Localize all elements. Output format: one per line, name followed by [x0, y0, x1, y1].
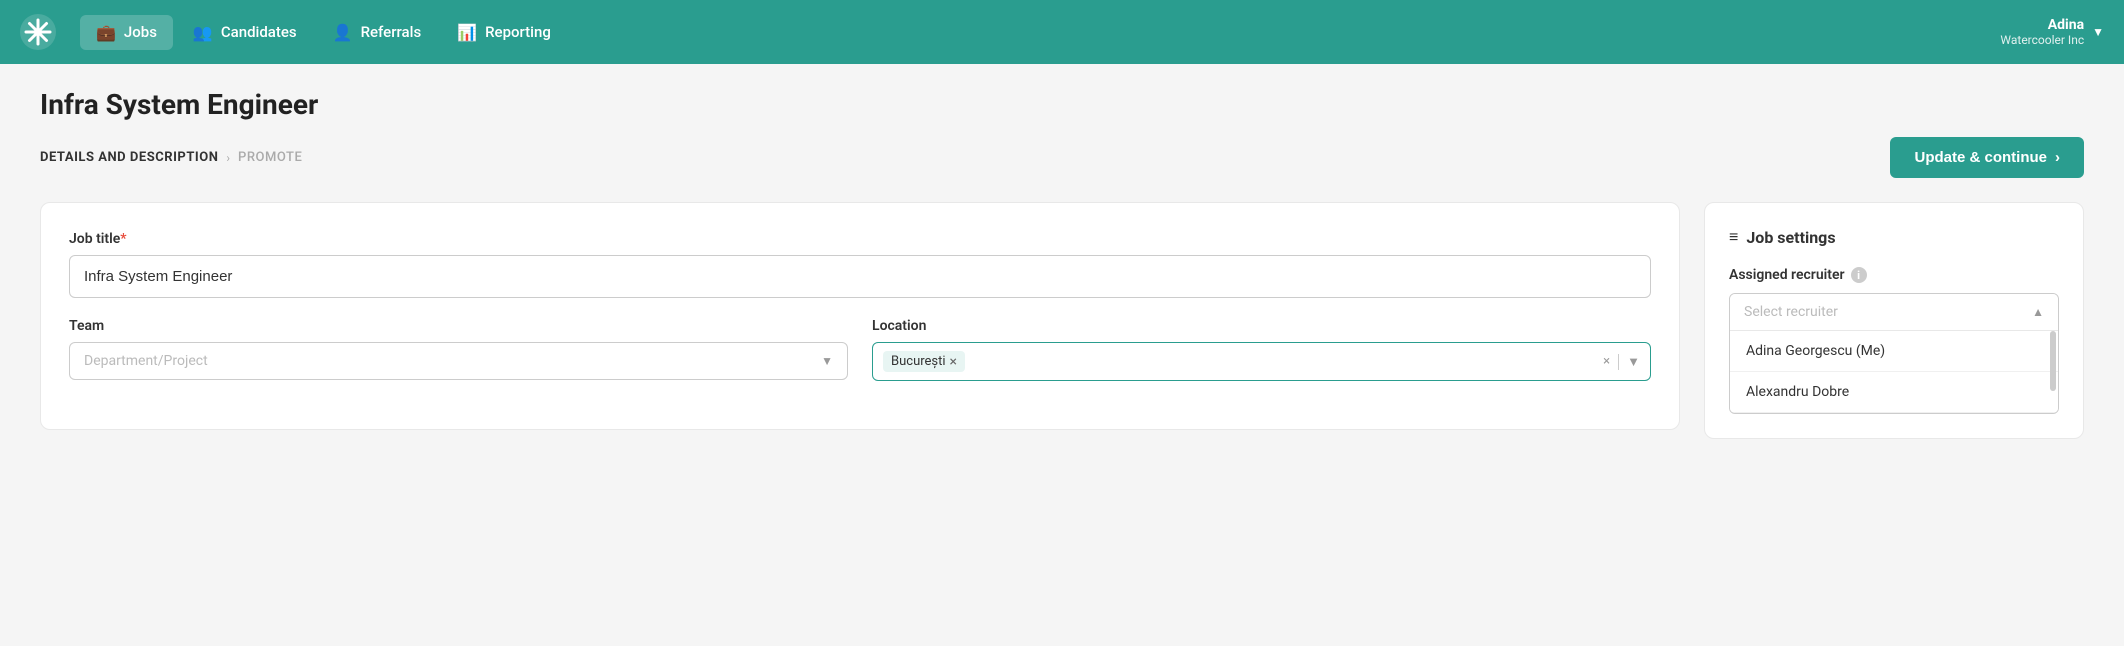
job-title-group: Job title* [69, 231, 1651, 298]
job-title-required: * [120, 231, 126, 247]
breadcrumb-chevron-icon: › [226, 151, 230, 165]
location-tag-remove-icon[interactable]: × [950, 355, 957, 369]
team-chevron-icon: ▼ [821, 354, 833, 368]
form-area: Job title* Team Department/Project ▼ Loc… [40, 202, 2084, 439]
breadcrumb-details[interactable]: DETAILS AND DESCRIPTION [40, 150, 218, 165]
nav-item-candidates[interactable]: 👥 Candidates [177, 15, 313, 50]
breadcrumb: DETAILS AND DESCRIPTION › PROMOTE [40, 150, 302, 165]
candidates-icon: 👥 [193, 23, 213, 42]
breadcrumb-promote[interactable]: PROMOTE [238, 150, 302, 165]
location-select[interactable]: București × × ▼ [872, 342, 1651, 381]
job-title-label: Job title* [69, 231, 1651, 247]
jobs-icon: 💼 [96, 23, 116, 42]
update-continue-label: Update & continue [1914, 149, 2047, 166]
team-label: Team [69, 318, 848, 334]
user-menu[interactable]: Adina Watercooler Inc ▼ [2000, 17, 2104, 47]
location-label: Location [872, 318, 1651, 334]
nav-item-jobs[interactable]: 💼 Jobs [80, 15, 173, 50]
location-divider [1618, 354, 1619, 370]
location-actions: × ▼ [1603, 354, 1640, 370]
settings-panel: ≡ Job settings Assigned recruiter i Sele… [1704, 202, 2084, 439]
location-tag-text: București [891, 354, 946, 369]
location-tag-bucuresti: București × [883, 351, 965, 372]
recruiter-placeholder: Select recruiter [1744, 304, 2032, 320]
form-row-team-location: Team Department/Project ▼ Location Bucur… [69, 318, 1651, 401]
update-continue-button[interactable]: Update & continue › [1890, 137, 2084, 178]
recruiter-scrollbar[interactable] [2050, 331, 2056, 413]
nav-item-reporting[interactable]: 📊 Reporting [441, 15, 567, 50]
page-title: Infra System Engineer [40, 88, 2084, 121]
recruiter-select-box: Select recruiter ▲ Adina Georgescu (Me) … [1729, 293, 2059, 414]
page-content: Infra System Engineer DETAILS AND DESCRI… [0, 64, 2124, 646]
nav-items: 💼 Jobs 👥 Candidates 👤 Referrals 📊 Report… [80, 15, 2000, 50]
user-company: Watercooler Inc [2000, 33, 2084, 47]
navbar: 💼 Jobs 👥 Candidates 👤 Referrals 📊 Report… [0, 0, 2124, 64]
user-name: Adina [2000, 17, 2084, 33]
settings-sliders-icon: ≡ [1729, 227, 1738, 247]
nav-item-jobs-label: Jobs [124, 23, 157, 41]
settings-title: ≡ Job settings [1729, 227, 2059, 247]
recruiter-option-adina[interactable]: Adina Georgescu (Me) [1730, 331, 2058, 372]
recruiter-option-alex[interactable]: Alexandru Dobre [1730, 372, 2058, 413]
user-info: Adina Watercooler Inc [2000, 17, 2084, 47]
nav-item-referrals[interactable]: 👤 Referrals [317, 15, 438, 50]
job-form-card: Job title* Team Department/Project ▼ Loc… [40, 202, 1680, 430]
location-chevron-icon[interactable]: ▼ [1627, 354, 1640, 370]
recruiter-label-row: Assigned recruiter i [1729, 267, 2059, 283]
location-clear-icon[interactable]: × [1603, 354, 1610, 369]
recruiter-select-header[interactable]: Select recruiter ▲ [1730, 294, 2058, 331]
recruiter-chevron-up-icon: ▲ [2032, 305, 2044, 319]
reporting-icon: 📊 [457, 23, 477, 42]
breadcrumb-bar: DETAILS AND DESCRIPTION › PROMOTE Update… [40, 137, 2084, 178]
nav-item-candidates-label: Candidates [221, 23, 297, 41]
logo[interactable] [20, 14, 56, 50]
recruiter-scrollbar-thumb [2050, 331, 2056, 391]
nav-item-reporting-label: Reporting [485, 23, 551, 41]
nav-item-referrals-label: Referrals [361, 23, 422, 41]
team-select[interactable]: Department/Project ▼ [69, 342, 848, 380]
job-title-input[interactable] [69, 255, 1651, 298]
team-group: Team Department/Project ▼ [69, 318, 848, 381]
update-continue-arrow-icon: › [2055, 149, 2060, 166]
recruiter-info-icon[interactable]: i [1851, 267, 1867, 283]
user-chevron-icon: ▼ [2092, 25, 2104, 39]
referrals-icon: 👤 [333, 23, 353, 42]
location-group: Location București × × ▼ [872, 318, 1651, 381]
team-placeholder: Department/Project [84, 353, 821, 369]
recruiter-dropdown: Adina Georgescu (Me) Alexandru Dobre [1730, 331, 2058, 413]
